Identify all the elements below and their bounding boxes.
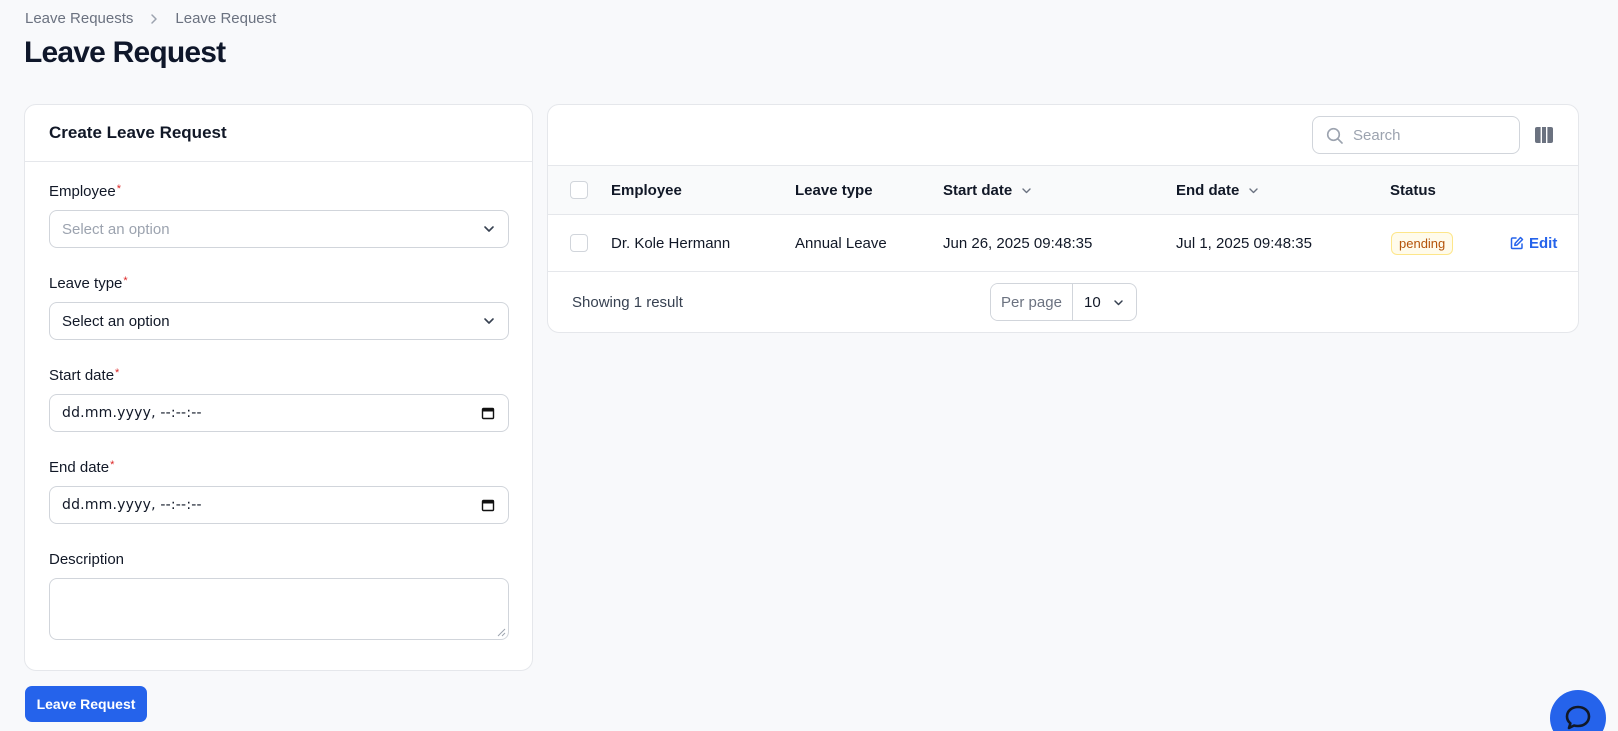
cell-leave-type: Annual Leave (795, 234, 887, 252)
per-page-select[interactable]: 10 (1073, 284, 1136, 320)
table-toolbar: Search (548, 105, 1578, 166)
search-input[interactable]: Search (1312, 116, 1520, 154)
employee-field-group: Employee* Select an option (49, 183, 509, 248)
calendar-icon[interactable] (481, 498, 495, 512)
start-date-header-label: Start date (943, 181, 1013, 199)
form-title: Create Leave Request (49, 123, 227, 142)
results-count: Showing 1 result (572, 293, 683, 311)
table-footer: Showing 1 result Per page 10 (548, 272, 1578, 332)
cell-end-date: Jul 1, 2025 09:48:35 (1176, 234, 1312, 252)
employee-select-placeholder: Select an option (62, 220, 170, 238)
cell-start-date: Jun 26, 2025 09:48:35 (943, 234, 1093, 252)
chat-icon (1565, 705, 1591, 730)
form-header: Create Leave Request (25, 105, 532, 162)
column-header-end-date[interactable]: End date (1176, 166, 1260, 214)
resize-grip-icon[interactable] (497, 628, 506, 637)
leave-type-label: Leave type* (49, 275, 128, 292)
select-all-cell (570, 166, 588, 214)
per-page-selector[interactable]: Per page 10 (990, 283, 1137, 321)
search-placeholder: Search (1353, 126, 1401, 144)
leave-requests-table: Search Employee Leave type Start date En… (547, 104, 1579, 333)
page-title: Leave Request (24, 36, 226, 69)
employee-label: Employee* (49, 183, 121, 200)
edit-label: Edit (1529, 234, 1558, 252)
breadcrumb-item-current: Leave Request (175, 10, 277, 27)
status-badge: pending (1391, 231, 1454, 255)
column-header-status: Status (1390, 181, 1436, 199)
table-header-row: Employee Leave type Start date End date … (548, 166, 1578, 215)
cell-employee: Dr. Kole Hermann (611, 234, 731, 252)
breadcrumb-item-leave-requests[interactable]: Leave Requests (25, 10, 133, 27)
edit-button[interactable]: Edit (1510, 235, 1557, 252)
start-date-field-group: Start date* dd.mm.yyyy, --:--:-- (49, 367, 509, 432)
end-date-value: dd.mm.yyyy, --:--:-- (62, 497, 202, 513)
description-label: Description (49, 551, 125, 568)
cell-actions: Edit (1510, 215, 1557, 271)
edit-icon (1510, 236, 1524, 250)
chat-button[interactable] (1550, 690, 1606, 731)
row-select-cell (570, 215, 588, 271)
column-header-start-date[interactable]: Start date (943, 166, 1033, 214)
search-icon (1326, 127, 1343, 144)
end-date-label: End date* (49, 459, 115, 476)
end-date-field-group: End date* dd.mm.yyyy, --:--:-- (49, 459, 509, 524)
create-leave-request-form: Create Leave Request Employee* Select an… (24, 104, 533, 671)
description-textarea[interactable] (49, 578, 509, 640)
breadcrumb: Leave Requests Leave Request (25, 10, 276, 27)
employee-select[interactable]: Select an option (49, 210, 509, 248)
end-date-header-label: End date (1176, 181, 1240, 199)
row-checkbox[interactable] (570, 234, 588, 252)
chevron-down-icon (1114, 300, 1123, 306)
calendar-icon[interactable] (481, 406, 495, 420)
start-date-value: dd.mm.yyyy, --:--:-- (62, 405, 202, 421)
table-row: Dr. Kole Hermann Annual Leave Jun 26, 20… (548, 215, 1578, 272)
leave-type-select[interactable]: Select an option (49, 302, 509, 340)
chevron-down-icon (484, 226, 494, 232)
start-date-label: Start date* (49, 367, 120, 384)
leave-type-select-value: Select an option (62, 312, 170, 330)
submit-leave-request-button[interactable]: Leave Request (25, 686, 147, 722)
select-all-checkbox[interactable] (570, 181, 588, 199)
sort-chevron-icon (1249, 187, 1259, 193)
per-page-value: 10 (1084, 293, 1101, 311)
chevron-down-icon (484, 318, 494, 324)
column-header-leave-type: Leave type (795, 181, 873, 199)
columns-icon[interactable] (1534, 126, 1554, 144)
chevron-right-icon (147, 12, 161, 26)
start-date-input[interactable]: dd.mm.yyyy, --:--:-- (49, 394, 509, 432)
column-header-employee: Employee (611, 181, 682, 199)
leave-type-field-group: Leave type* Select an option (49, 275, 509, 340)
cell-status: pending (1391, 215, 1454, 271)
end-date-input[interactable]: dd.mm.yyyy, --:--:-- (49, 486, 509, 524)
per-page-label: Per page (991, 284, 1073, 320)
sort-chevron-icon (1022, 187, 1031, 193)
description-field-group: Description (49, 551, 509, 640)
